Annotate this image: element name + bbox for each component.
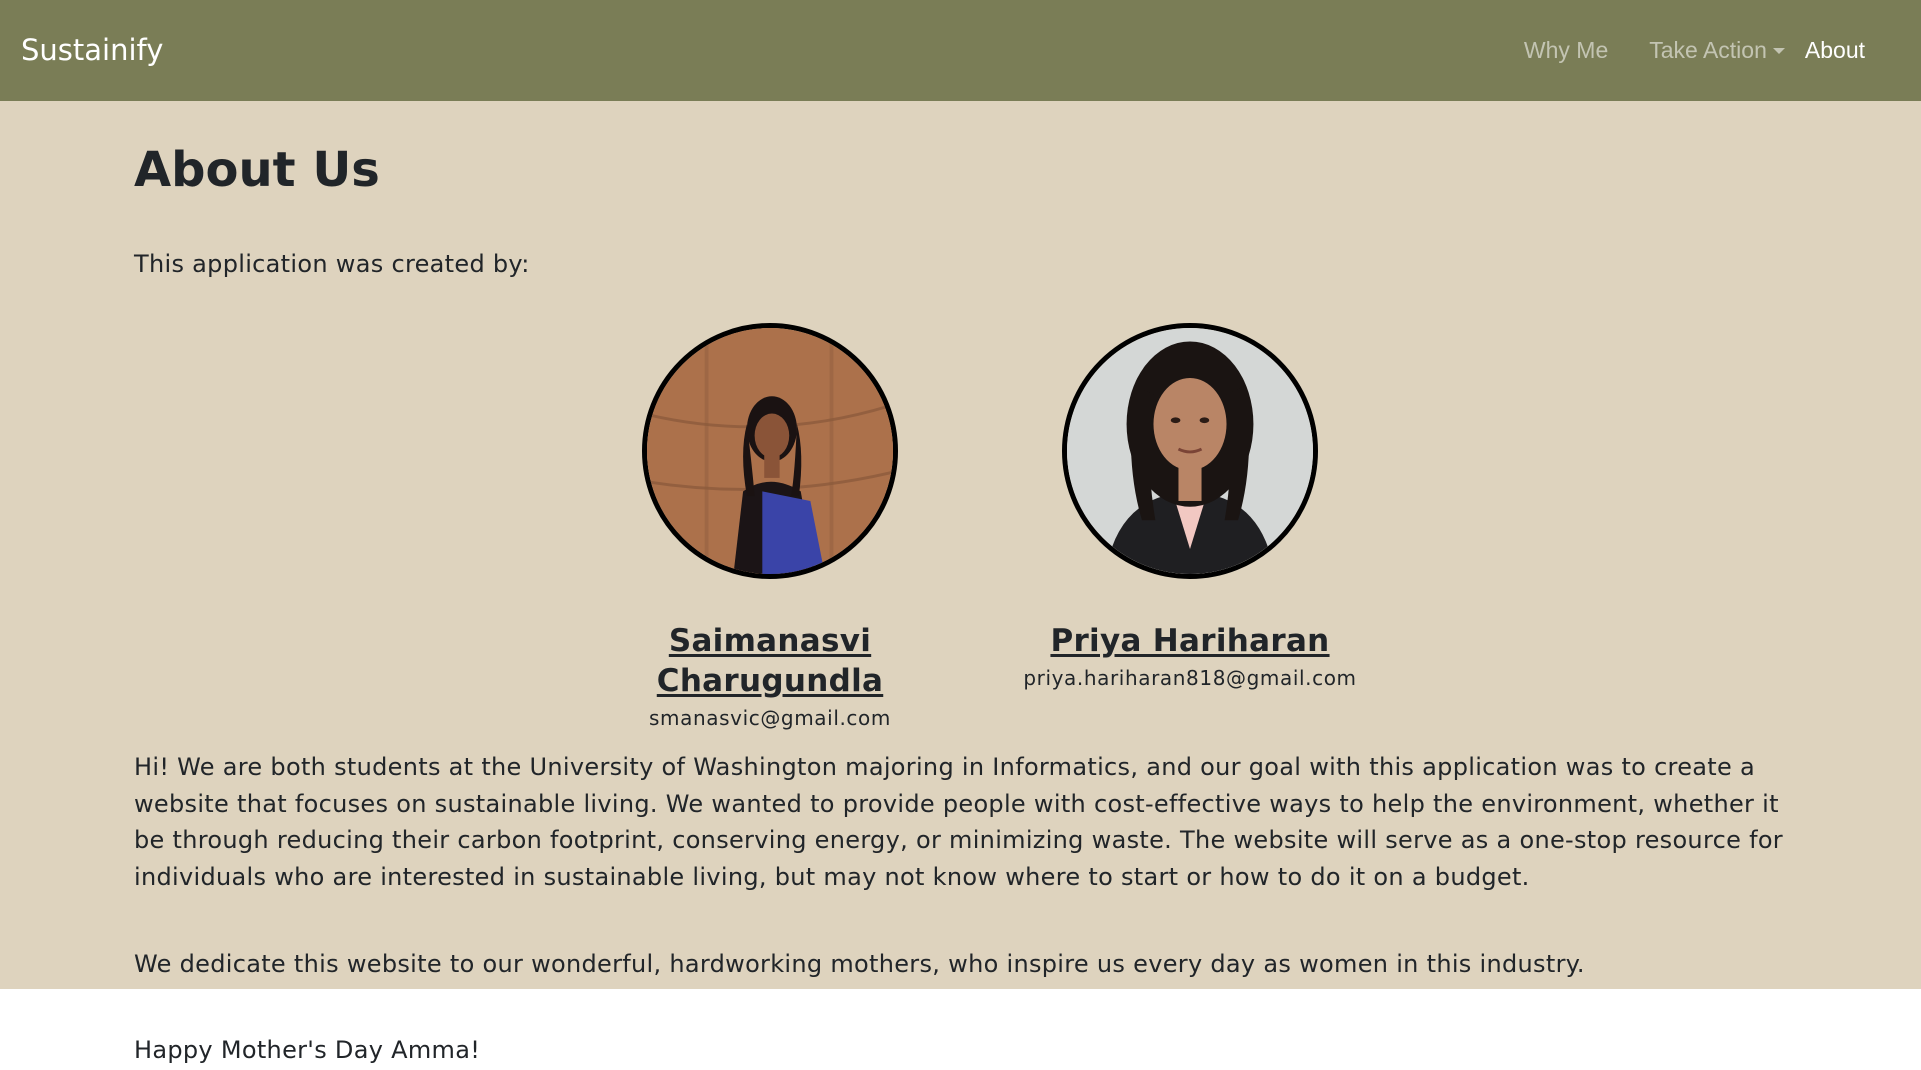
member-email: smanasvic@gmail.com [649, 706, 891, 730]
closing-text: Happy Mother's Day Amma! [134, 1036, 481, 1064]
caret-down-icon [1772, 48, 1785, 54]
brand-logo[interactable]: Sustainify [21, 30, 163, 70]
page-title: About Us [134, 142, 380, 198]
nav-link-about[interactable]: About [1805, 37, 1865, 64]
member-email: priya.hariharan818@gmail.com [1023, 666, 1357, 690]
intro-text: This application was created by: [134, 250, 530, 278]
nav-link-why-me[interactable]: Why Me [1524, 37, 1608, 64]
member-photo [647, 328, 893, 574]
member-name-link[interactable]: Saimanasvi Charugundla [560, 621, 980, 701]
member-photo [1067, 328, 1313, 574]
nav-links: Why Me Take Action About [1483, 30, 1865, 70]
nav-dropdown-take-action[interactable]: Take Action [1649, 37, 1785, 64]
member-name-link[interactable]: Priya Hariharan [980, 621, 1400, 661]
avatar [1062, 323, 1318, 579]
member-card-priya: Priya Hariharan priya.hariharan818@gmail… [980, 323, 1400, 691]
member-card-saimanasvi: Saimanasvi Charugundla smanasvic@gmail.c… [560, 323, 980, 731]
about-paragraph: Hi! We are both students at the Universi… [134, 753, 1783, 891]
nav-dropdown-take-action-label: Take Action [1649, 36, 1767, 63]
about-content: About Us This application was created by… [0, 101, 1921, 989]
dedication-paragraph: We dedicate this website to our wonderfu… [134, 950, 1585, 978]
avatar [642, 323, 898, 579]
navbar: Sustainify Why Me Take Action About [0, 0, 1921, 101]
